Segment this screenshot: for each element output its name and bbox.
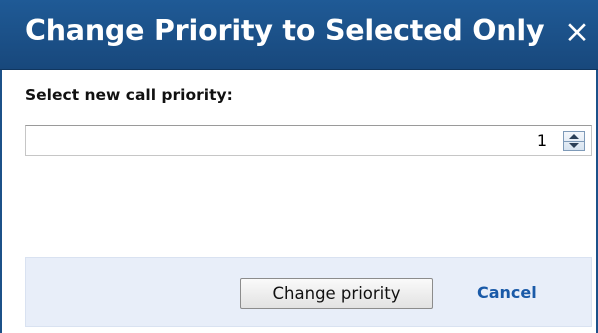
chevron-down-icon[interactable] — [564, 141, 584, 150]
priority-prompt-label: Select new call priority: — [25, 86, 233, 104]
close-icon[interactable]: × — [562, 12, 592, 52]
change-priority-button[interactable]: Change priority — [240, 278, 433, 309]
dialog-title: Change Priority to Selected Only — [25, 14, 545, 47]
dialog-titlebar: Change Priority to Selected Only × — [0, 0, 598, 70]
dialog-footer: Change priority Cancel — [25, 257, 592, 327]
priority-value[interactable]: 1 — [537, 131, 547, 150]
cancel-link[interactable]: Cancel — [477, 283, 537, 302]
change-priority-dialog: Change Priority to Selected Only × Selec… — [0, 0, 598, 333]
priority-stepper[interactable]: 1 — [25, 125, 592, 156]
spinner-buttons[interactable] — [563, 131, 585, 151]
